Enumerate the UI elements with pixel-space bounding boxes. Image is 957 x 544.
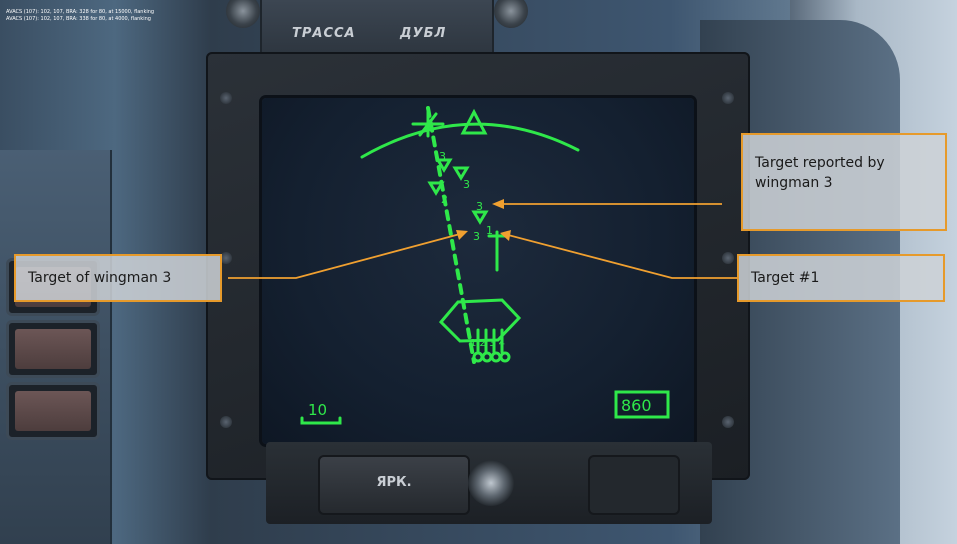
annotation-layer: AVACS (107): 102, 107, BRA: 328 for 80, … — [0, 0, 957, 544]
callout-text: Target #1 — [751, 270, 820, 286]
callout-target-one: Target #1 — [737, 254, 945, 302]
avacs-message-log: AVACS (107): 102, 107, BRA: 328 for 80, … — [6, 9, 154, 23]
avacs-message: AVACS (107): 102, 107, BRA: 328 for 80, … — [6, 9, 155, 15]
callout-target-of-wingman: Target of wingman 3 — [14, 254, 222, 302]
callout-reported-by-wingman: Target reported by wingman 3 — [741, 133, 947, 231]
callout-text: Target reported by wingman 3 — [755, 155, 885, 191]
callout-text: Target of wingman 3 — [28, 270, 172, 286]
avacs-message: AVACS (107): 102, 107, BRA: 338 for 80, … — [6, 16, 151, 22]
